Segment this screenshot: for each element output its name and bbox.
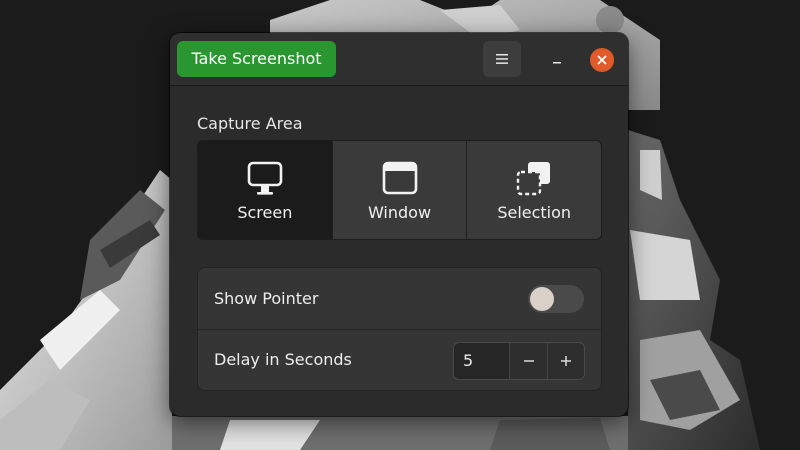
show-pointer-toggle[interactable] [528,285,584,313]
capture-option-window[interactable]: Window [332,141,467,239]
capture-option-screen[interactable]: Screen [198,141,332,239]
capture-area-selector: Screen Window Selection [197,140,602,240]
capture-area-heading: Capture Area [197,114,303,133]
close-icon [597,55,607,65]
capture-option-label: Screen [237,202,293,222]
capture-option-selection[interactable]: Selection [467,141,601,239]
delay-spinbutton: 5 [453,342,585,380]
minimize-icon [553,62,561,64]
show-pointer-row: Show Pointer [198,268,601,330]
monitor-icon [247,161,283,195]
delay-row: Delay in Seconds 5 [198,329,601,390]
header-bar: Take Screenshot [170,33,628,86]
delay-label: Delay in Seconds [214,350,352,369]
delay-value-input[interactable]: 5 [454,343,510,379]
capture-option-label: Selection [497,202,572,222]
plus-icon [560,356,571,366]
desktop: Take Screenshot Capture Area Screen Wind… [0,0,800,450]
minimize-button[interactable] [544,46,570,72]
close-button[interactable] [590,48,614,72]
capture-option-label: Window [367,202,432,222]
toggle-knob [530,287,554,311]
hamburger-menu-icon [496,54,508,64]
window-icon [382,161,417,194]
show-pointer-label: Show Pointer [214,289,319,308]
settings-list: Show Pointer Delay in Seconds 5 [197,267,602,391]
main-menu-button[interactable] [483,41,521,77]
screenshot-dialog: Take Screenshot Capture Area Screen Wind… [170,33,628,416]
take-screenshot-button[interactable]: Take Screenshot [177,41,336,77]
minus-icon [523,360,534,362]
selection-icon [516,161,551,195]
delay-decrement-button[interactable] [509,343,546,379]
delay-increment-button[interactable] [546,343,584,379]
